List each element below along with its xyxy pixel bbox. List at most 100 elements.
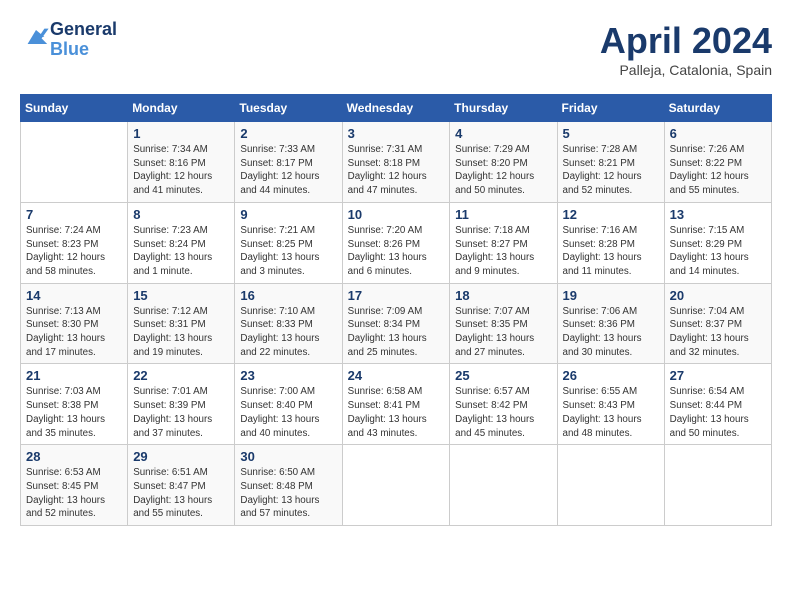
day-info: Sunrise: 6:55 AMSunset: 8:43 PMDaylight:… <box>563 385 659 440</box>
day-number: 17 <box>348 288 445 303</box>
day-info: Sunrise: 7:31 AMSunset: 8:18 PMDaylight:… <box>348 143 445 198</box>
calendar-cell: 24Sunrise: 6:58 AMSunset: 8:41 PMDayligh… <box>342 364 450 445</box>
day-info: Sunrise: 7:10 AMSunset: 8:33 PMDaylight:… <box>240 305 336 360</box>
title-block: April 2024 Palleja, Catalonia, Spain <box>600 20 772 78</box>
logo-icon <box>22 23 50 51</box>
calendar-cell: 30Sunrise: 6:50 AMSunset: 8:48 PMDayligh… <box>235 445 342 526</box>
calendar-week-row: 21 Sunrise: 7:03 AMSunset: 8:38 PMDayligh… <box>21 364 772 445</box>
calendar-cell <box>557 445 664 526</box>
day-info: Sunrise: 7:20 AMSunset: 8:26 PMDaylight:… <box>348 224 445 279</box>
day-info: Sunrise: 6:58 AMSunset: 8:41 PMDaylight:… <box>348 385 445 440</box>
calendar-cell: 10 Sunrise: 7:20 AMSunset: 8:26 PMDayligh… <box>342 202 450 283</box>
calendar-cell: 17Sunrise: 7:09 AMSunset: 8:34 PMDayligh… <box>342 283 450 364</box>
day-number: 5 <box>563 126 659 141</box>
logo: General Blue <box>20 20 117 60</box>
calendar-cell: 16 Sunrise: 7:10 AMSunset: 8:33 PMDayligh… <box>235 283 342 364</box>
day-number: 13 <box>670 207 766 222</box>
calendar-week-row: 28Sunrise: 6:53 AMSunset: 8:45 PMDayligh… <box>21 445 772 526</box>
calendar-cell: 3Sunrise: 7:31 AMSunset: 8:18 PMDaylight… <box>342 122 450 203</box>
day-info: Sunrise: 6:51 AMSunset: 8:47 PMDaylight:… <box>133 466 229 521</box>
calendar-cell: 27 Sunrise: 6:54 AMSunset: 8:44 PMDayligh… <box>664 364 771 445</box>
day-number: 29 <box>133 449 229 464</box>
calendar-cell: 14 Sunrise: 7:13 AMSunset: 8:30 PMDayligh… <box>21 283 128 364</box>
calendar-cell: 8 Sunrise: 7:23 AMSunset: 8:24 PMDaylight… <box>128 202 235 283</box>
day-info: Sunrise: 7:33 AMSunset: 8:17 PMDaylight:… <box>240 143 336 198</box>
calendar-cell: 2 Sunrise: 7:33 AMSunset: 8:17 PMDaylight… <box>235 122 342 203</box>
calendar-cell: 28Sunrise: 6:53 AMSunset: 8:45 PMDayligh… <box>21 445 128 526</box>
calendar-cell: 6 Sunrise: 7:26 AMSunset: 8:22 PMDaylight… <box>664 122 771 203</box>
day-header-monday: Monday <box>128 95 235 122</box>
day-info: Sunrise: 7:01 AMSunset: 8:39 PMDaylight:… <box>133 385 229 440</box>
calendar-cell <box>342 445 450 526</box>
calendar-cell: 11 Sunrise: 7:18 AMSunset: 8:27 PMDayligh… <box>450 202 557 283</box>
calendar-cell <box>450 445 557 526</box>
day-header-thursday: Thursday <box>450 95 557 122</box>
day-info: Sunrise: 7:03 AMSunset: 8:38 PMDaylight:… <box>26 385 122 440</box>
day-header-sunday: Sunday <box>21 95 128 122</box>
day-info: Sunrise: 7:29 AMSunset: 8:20 PMDaylight:… <box>455 143 551 198</box>
day-info: Sunrise: 7:28 AMSunset: 8:21 PMDaylight:… <box>563 143 659 198</box>
day-info: Sunrise: 7:23 AMSunset: 8:24 PMDaylight:… <box>133 224 229 279</box>
day-number: 11 <box>455 207 551 222</box>
day-info: Sunrise: 7:12 AMSunset: 8:31 PMDaylight:… <box>133 305 229 360</box>
day-number: 30 <box>240 449 336 464</box>
calendar-cell: 23Sunrise: 7:00 AMSunset: 8:40 PMDayligh… <box>235 364 342 445</box>
calendar-cell: 22 Sunrise: 7:01 AMSunset: 8:39 PMDayligh… <box>128 364 235 445</box>
day-number: 15 <box>133 288 229 303</box>
calendar-cell: 26 Sunrise: 6:55 AMSunset: 8:43 PMDayligh… <box>557 364 664 445</box>
calendar-cell: 12 Sunrise: 7:16 AMSunset: 8:28 PMDayligh… <box>557 202 664 283</box>
day-info: Sunrise: 6:53 AMSunset: 8:45 PMDaylight:… <box>26 466 122 521</box>
day-number: 9 <box>240 207 336 222</box>
day-number: 16 <box>240 288 336 303</box>
day-number: 27 <box>670 368 766 383</box>
day-number: 1 <box>133 126 229 141</box>
day-number: 7 <box>26 207 122 222</box>
day-number: 4 <box>455 126 551 141</box>
day-info: Sunrise: 7:34 AMSunset: 8:16 PMDaylight:… <box>133 143 229 198</box>
day-info: Sunrise: 7:26 AMSunset: 8:22 PMDaylight:… <box>670 143 766 198</box>
month-title: April 2024 <box>600 20 772 62</box>
day-info: Sunrise: 7:13 AMSunset: 8:30 PMDaylight:… <box>26 305 122 360</box>
day-number: 23 <box>240 368 336 383</box>
calendar-table: SundayMondayTuesdayWednesdayThursdayFrid… <box>20 94 772 526</box>
calendar-cell: 4 Sunrise: 7:29 AMSunset: 8:20 PMDaylight… <box>450 122 557 203</box>
day-info: Sunrise: 7:16 AMSunset: 8:28 PMDaylight:… <box>563 224 659 279</box>
day-number: 25 <box>455 368 551 383</box>
calendar-cell: 18 Sunrise: 7:07 AMSunset: 8:35 PMDayligh… <box>450 283 557 364</box>
calendar-cell: 1 Sunrise: 7:34 AMSunset: 8:16 PMDaylight… <box>128 122 235 203</box>
day-number: 20 <box>670 288 766 303</box>
calendar-cell <box>664 445 771 526</box>
day-number: 8 <box>133 207 229 222</box>
calendar-cell: 7 Sunrise: 7:24 AMSunset: 8:23 PMDaylight… <box>21 202 128 283</box>
day-header-tuesday: Tuesday <box>235 95 342 122</box>
day-number: 21 <box>26 368 122 383</box>
calendar-cell: 21 Sunrise: 7:03 AMSunset: 8:38 PMDayligh… <box>21 364 128 445</box>
page-header: General Blue April 2024 Palleja, Catalon… <box>20 20 772 78</box>
logo-text: General Blue <box>50 20 117 60</box>
calendar-header-row: SundayMondayTuesdayWednesdayThursdayFrid… <box>21 95 772 122</box>
day-info: Sunrise: 7:21 AMSunset: 8:25 PMDaylight:… <box>240 224 336 279</box>
calendar-cell: 19Sunrise: 7:06 AMSunset: 8:36 PMDayligh… <box>557 283 664 364</box>
day-info: Sunrise: 7:24 AMSunset: 8:23 PMDaylight:… <box>26 224 122 279</box>
calendar-cell <box>21 122 128 203</box>
day-info: Sunrise: 6:54 AMSunset: 8:44 PMDaylight:… <box>670 385 766 440</box>
day-number: 22 <box>133 368 229 383</box>
day-number: 19 <box>563 288 659 303</box>
calendar-week-row: 7 Sunrise: 7:24 AMSunset: 8:23 PMDaylight… <box>21 202 772 283</box>
day-number: 2 <box>240 126 336 141</box>
day-header-friday: Friday <box>557 95 664 122</box>
calendar-cell: 13Sunrise: 7:15 AMSunset: 8:29 PMDayligh… <box>664 202 771 283</box>
day-number: 10 <box>348 207 445 222</box>
day-number: 26 <box>563 368 659 383</box>
day-number: 18 <box>455 288 551 303</box>
day-info: Sunrise: 7:07 AMSunset: 8:35 PMDaylight:… <box>455 305 551 360</box>
day-info: Sunrise: 7:18 AMSunset: 8:27 PMDaylight:… <box>455 224 551 279</box>
day-number: 6 <box>670 126 766 141</box>
day-number: 12 <box>563 207 659 222</box>
day-number: 14 <box>26 288 122 303</box>
day-info: Sunrise: 6:57 AMSunset: 8:42 PMDaylight:… <box>455 385 551 440</box>
calendar-cell: 29 Sunrise: 6:51 AMSunset: 8:47 PMDayligh… <box>128 445 235 526</box>
calendar-week-row: 1 Sunrise: 7:34 AMSunset: 8:16 PMDaylight… <box>21 122 772 203</box>
calendar-cell: 9 Sunrise: 7:21 AMSunset: 8:25 PMDaylight… <box>235 202 342 283</box>
calendar-week-row: 14 Sunrise: 7:13 AMSunset: 8:30 PMDayligh… <box>21 283 772 364</box>
